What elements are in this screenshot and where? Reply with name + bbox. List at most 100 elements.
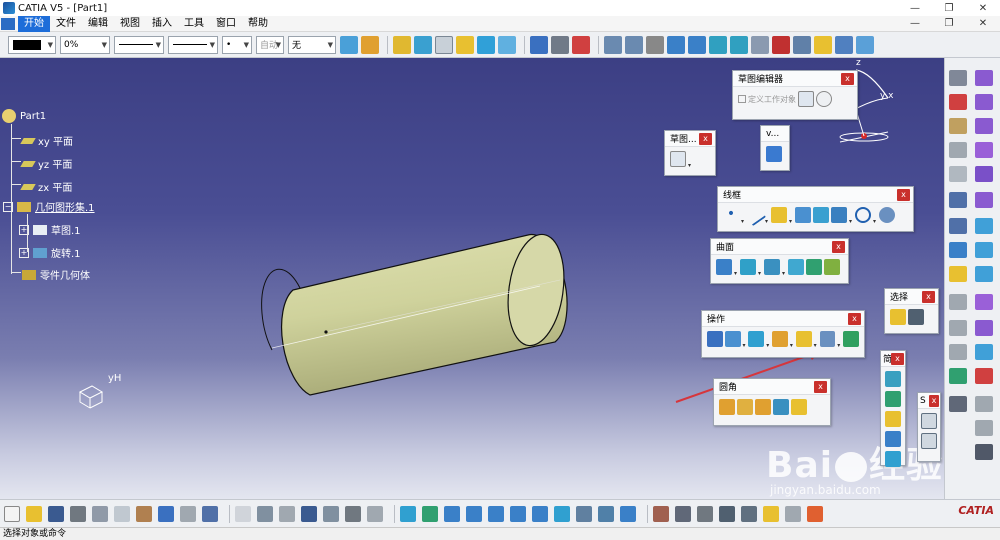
menu-window[interactable]: 窗口 <box>210 16 242 32</box>
chevron-down-icon[interactable] <box>758 259 762 277</box>
chevron-down-icon[interactable] <box>789 207 793 225</box>
tool-icon[interactable] <box>885 431 901 447</box>
chevron-down-icon[interactable] <box>765 207 769 225</box>
point-icon[interactable] <box>414 35 432 54</box>
chevron-down-icon[interactable] <box>766 331 770 349</box>
tool-icon[interactable] <box>741 505 757 522</box>
fit-icon[interactable] <box>422 505 438 522</box>
revolve-icon[interactable] <box>477 35 495 54</box>
tool-icon[interactable] <box>949 94 967 110</box>
panel-close-button[interactable]: x <box>848 313 861 325</box>
tool-icon[interactable] <box>949 218 967 234</box>
close-button[interactable]: ✕ <box>966 0 1000 16</box>
layer-combo[interactable]: 无 ▼ <box>288 35 336 54</box>
tool-icon[interactable] <box>949 192 967 208</box>
tool-icon[interactable] <box>885 411 901 427</box>
cube-icon[interactable] <box>709 35 727 54</box>
loft-icon[interactable] <box>806 259 822 275</box>
fit-all-icon[interactable] <box>751 35 769 54</box>
tool-icon[interactable] <box>975 166 993 182</box>
error-icon[interactable] <box>572 35 590 54</box>
point-icon[interactable]: • <box>723 207 739 223</box>
tool-icon[interactable] <box>949 368 967 384</box>
param-icon[interactable] <box>814 35 832 54</box>
copy-icon[interactable] <box>114 505 130 522</box>
spiral-icon[interactable] <box>625 35 643 54</box>
open-icon[interactable] <box>26 505 42 522</box>
tool-icon[interactable] <box>949 142 967 158</box>
menu-file[interactable]: 文件 <box>50 16 82 32</box>
fillet-panel[interactable]: 圆角 x <box>713 378 831 426</box>
tool-icon[interactable] <box>697 505 713 522</box>
camera-icon[interactable] <box>975 444 993 460</box>
paste-icon[interactable] <box>136 505 152 522</box>
offset-icon[interactable] <box>831 207 847 223</box>
operation-panel[interactable]: 操作 x <box>701 310 865 358</box>
tool-icon[interactable] <box>975 344 993 360</box>
blend-icon[interactable] <box>824 259 840 275</box>
menu-insert[interactable]: 插入 <box>146 16 178 32</box>
tool-icon[interactable] <box>763 505 779 522</box>
volume-icon[interactable] <box>766 146 782 162</box>
panel-close-button[interactable]: x <box>929 395 939 407</box>
panel-close-button[interactable]: x <box>841 73 854 85</box>
sweep-icon[interactable] <box>764 259 780 275</box>
cut-icon[interactable] <box>92 505 108 522</box>
point-style-combo[interactable]: • ▼ <box>222 35 252 54</box>
tritangent-fillet-icon[interactable] <box>791 399 807 415</box>
tool-icon[interactable] <box>975 368 993 384</box>
new-icon[interactable] <box>4 505 20 522</box>
render-icon[interactable] <box>576 505 592 522</box>
axis-icon[interactable] <box>646 35 664 54</box>
doc-minimize-button[interactable]: — <box>898 16 932 32</box>
maximize-button[interactable]: ❐ <box>932 0 966 16</box>
lock-icon[interactable] <box>551 35 569 54</box>
tool-icon[interactable] <box>975 94 993 110</box>
extrapolate-icon[interactable] <box>819 331 836 347</box>
swap-icon[interactable] <box>620 505 636 522</box>
extrude-surface-icon[interactable] <box>716 259 732 275</box>
minimize-button[interactable]: — <box>898 0 932 16</box>
menu-edit[interactable]: 编辑 <box>82 16 114 32</box>
chevron-down-icon[interactable] <box>873 207 877 225</box>
plane-icon[interactable] <box>771 207 787 223</box>
doc-close-button[interactable]: ✕ <box>966 16 1000 32</box>
tool-icon[interactable] <box>949 396 967 412</box>
chevron-down-icon[interactable] <box>782 259 786 277</box>
tool-icon[interactable] <box>975 420 993 436</box>
tool-icon[interactable] <box>719 505 735 522</box>
zoom-out-icon[interactable] <box>510 505 526 522</box>
lineweight-combo[interactable]: ▼ <box>168 35 218 54</box>
tool-icon[interactable] <box>975 218 993 234</box>
normal-view-icon[interactable] <box>532 505 548 522</box>
face-fillet-icon[interactable] <box>773 399 789 415</box>
undo-icon[interactable] <box>158 505 174 522</box>
v-panel[interactable]: v... <box>760 125 790 171</box>
fly-icon[interactable] <box>400 505 416 522</box>
tool-icon[interactable] <box>949 266 967 282</box>
spline-icon[interactable] <box>879 207 895 223</box>
tool-icon[interactable] <box>975 70 993 86</box>
tool-icon[interactable] <box>975 142 993 158</box>
tool-icon[interactable] <box>785 505 801 522</box>
tool-icon[interactable] <box>885 371 901 387</box>
narrow-panel-1[interactable]: 简 x <box>880 350 906 467</box>
sketch-icon[interactable] <box>670 151 686 167</box>
circle-icon[interactable] <box>855 207 871 223</box>
join-icon[interactable] <box>530 35 548 54</box>
plane-icon[interactable] <box>435 35 453 54</box>
chevron-down-icon[interactable] <box>837 331 841 349</box>
panel-close-button[interactable]: x <box>897 189 910 201</box>
formula-icon[interactable] <box>235 505 251 522</box>
tool-icon[interactable] <box>949 166 967 182</box>
wireframe-panel[interactable]: 线框 x • <box>717 186 914 232</box>
measure-icon[interactable] <box>367 505 383 522</box>
chevron-down-icon[interactable] <box>814 331 818 349</box>
extrude-icon[interactable] <box>456 35 474 54</box>
select-trap-icon[interactable] <box>908 309 924 325</box>
healing-icon[interactable] <box>724 331 741 347</box>
table-icon[interactable] <box>301 505 317 522</box>
shape-fillet-icon[interactable] <box>719 399 735 415</box>
narrow-panel-2[interactable]: S x <box>917 392 941 462</box>
line-icon[interactable] <box>743 203 767 227</box>
